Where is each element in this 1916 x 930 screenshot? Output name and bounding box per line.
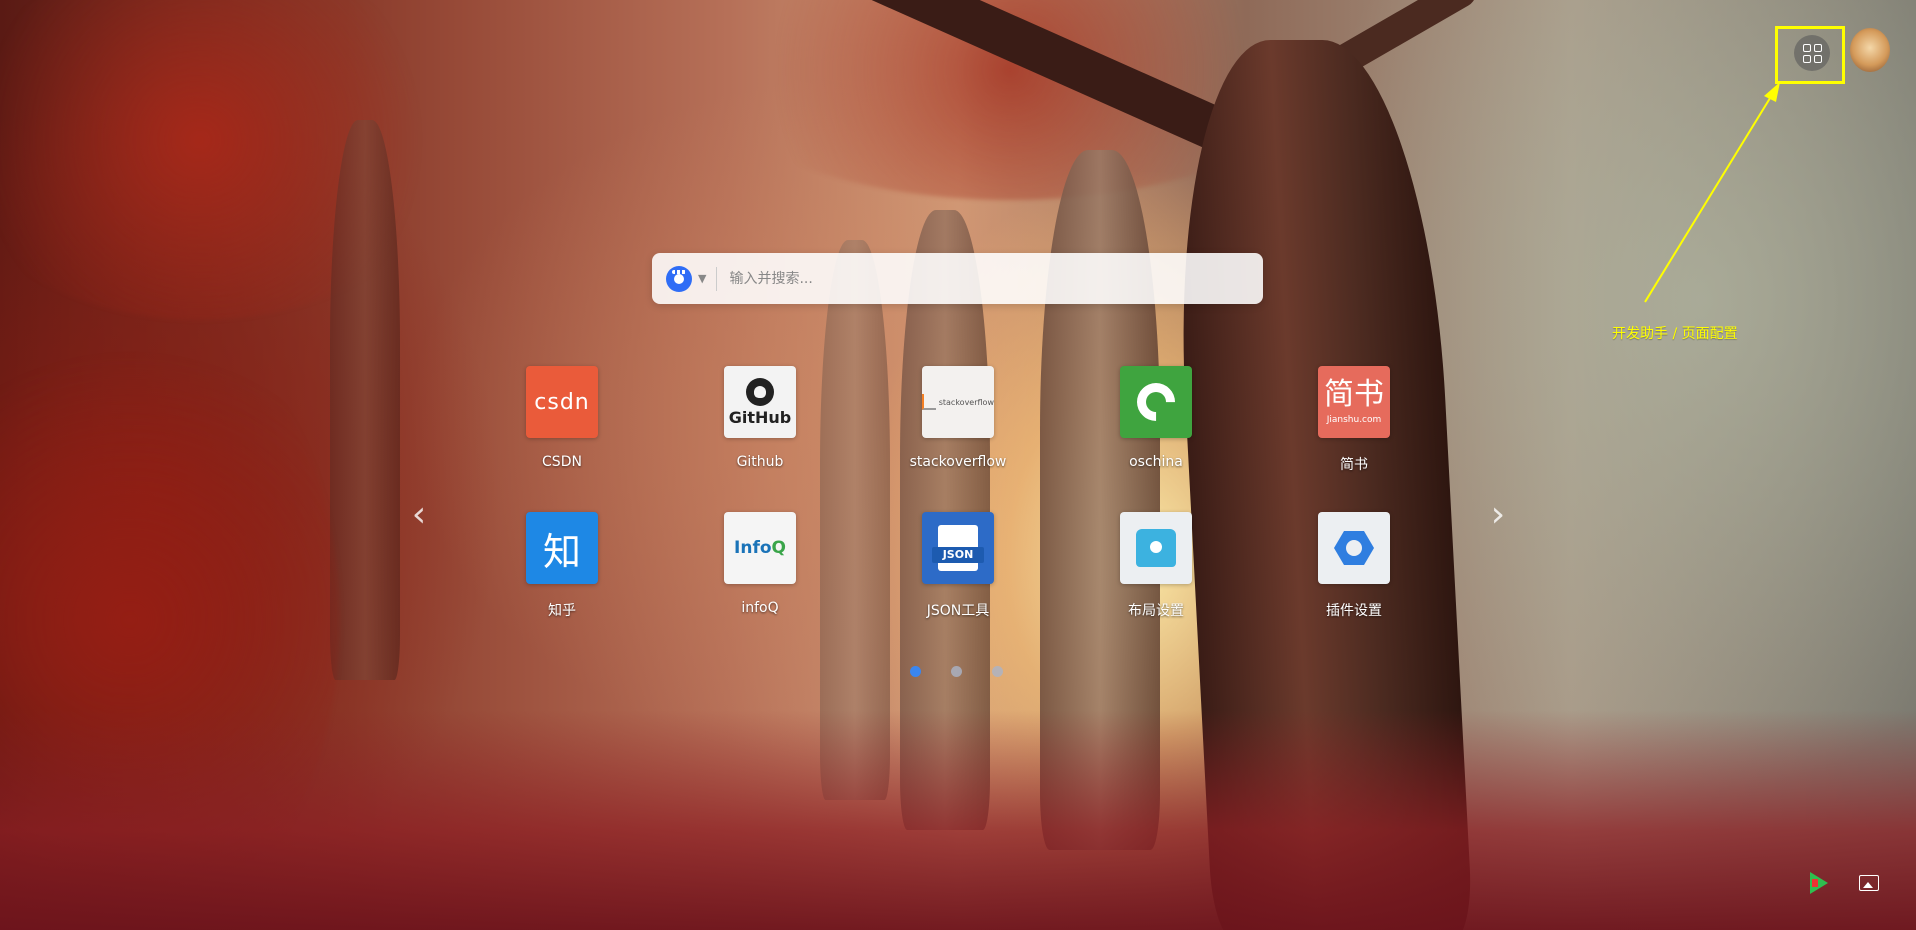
- zhihu-logo-icon: 知: [526, 512, 598, 584]
- json-logo-text: JSON: [932, 547, 984, 563]
- layout-settings-icon: [1120, 512, 1192, 584]
- next-page-arrow-icon[interactable]: ›: [1483, 495, 1513, 535]
- user-avatar[interactable]: [1850, 28, 1890, 72]
- annotation-label: 开发助手 / 页面配置: [1612, 326, 1738, 342]
- shortcut-github[interactable]: GitHub Github: [700, 366, 820, 470]
- shortcut-oschina[interactable]: oschina: [1096, 366, 1216, 470]
- pagination-dot[interactable]: [992, 666, 1003, 677]
- shortcut-stackoverflow[interactable]: stackoverflow stackoverflow: [898, 366, 1018, 470]
- search-bar: ▼: [652, 253, 1263, 304]
- github-logo-text: GitHub: [728, 407, 792, 427]
- wallpaper-icon: [1859, 875, 1879, 891]
- csdn-logo-icon: csdn: [526, 366, 598, 438]
- github-logo-icon: GitHub: [724, 366, 796, 438]
- hexagon-icon: [1334, 531, 1374, 565]
- app-store-icon: [1810, 872, 1828, 894]
- shortcut-json-tool[interactable]: JSON JSON工具: [898, 512, 1018, 620]
- background-ground: [0, 710, 1916, 930]
- shortcut-zhihu[interactable]: 知 知乎: [502, 512, 622, 620]
- oschina-logo-icon: [1120, 366, 1192, 438]
- document-icon: JSON: [932, 525, 984, 571]
- search-input[interactable]: [727, 262, 1263, 295]
- stackoverflow-logo-text: stackoverflow: [938, 397, 994, 407]
- divider: [716, 266, 718, 291]
- infoq-logo-text: Info: [734, 538, 772, 558]
- shortcut-label: infoQ: [741, 600, 779, 616]
- zhihu-logo-text: 知: [542, 529, 581, 574]
- jianshu-logo-icon: 简书 Jianshu.com: [1318, 366, 1390, 438]
- octocat-icon: [746, 377, 774, 406]
- jianshu-logo-subtext: Jianshu.com: [1326, 415, 1382, 425]
- background-tree: [330, 120, 400, 680]
- prev-page-arrow-icon[interactable]: ‹: [404, 495, 434, 535]
- infoq-logo-icon: Info Q: [724, 512, 796, 584]
- json-file-icon: JSON: [922, 512, 994, 584]
- stackoverflow-logo-icon: stackoverflow: [922, 366, 994, 438]
- shortcut-jianshu[interactable]: 简书 Jianshu.com 简书: [1294, 366, 1414, 474]
- csdn-logo-text: csdn: [534, 389, 590, 415]
- pagination-dot-active[interactable]: [910, 666, 921, 677]
- shortcut-label: stackoverflow: [909, 454, 1007, 470]
- shortcut-infoq[interactable]: Info Q infoQ: [700, 512, 820, 616]
- shortcut-plugin-settings[interactable]: 插件设置: [1294, 512, 1414, 620]
- shortcut-label: 布局设置: [1128, 603, 1184, 619]
- shortcut-label: 知乎: [548, 603, 576, 619]
- shortcut-label: JSON工具: [926, 603, 990, 619]
- annotation-arrow-icon: [1644, 82, 1780, 303]
- shortcut-label: 简书: [1340, 457, 1368, 473]
- shortcut-label: oschina: [1129, 454, 1183, 470]
- app-store-button[interactable]: [1806, 870, 1832, 896]
- shortcut-layout-settings[interactable]: 布局设置: [1096, 512, 1216, 620]
- jianshu-logo-text: 简书: [1324, 377, 1384, 412]
- shortcut-label: Github: [736, 454, 784, 470]
- plugin-settings-icon: [1318, 512, 1390, 584]
- pagination-dot[interactable]: [951, 666, 962, 677]
- search-engine-selector[interactable]: ▼: [666, 265, 707, 292]
- caret-down-icon: ▼: [698, 272, 707, 285]
- tshirt-icon: [1136, 529, 1176, 567]
- oschina-c-icon: [1129, 375, 1183, 429]
- pagination: [910, 666, 1033, 677]
- shortcut-label: 插件设置: [1326, 603, 1382, 619]
- shortcut-label: CSDN: [542, 454, 582, 470]
- shortcut-csdn[interactable]: csdn CSDN: [502, 366, 622, 470]
- baidu-paw-icon: [666, 265, 692, 292]
- new-tab-page: ▼ ‹ › csdn CSDN GitHub Github stackoverf…: [0, 0, 1916, 930]
- stack-bars-icon: [922, 394, 936, 410]
- annotation-highlight-box: [1775, 26, 1845, 84]
- infoq-logo-q: Q: [771, 538, 786, 558]
- wallpaper-button[interactable]: [1856, 870, 1882, 896]
